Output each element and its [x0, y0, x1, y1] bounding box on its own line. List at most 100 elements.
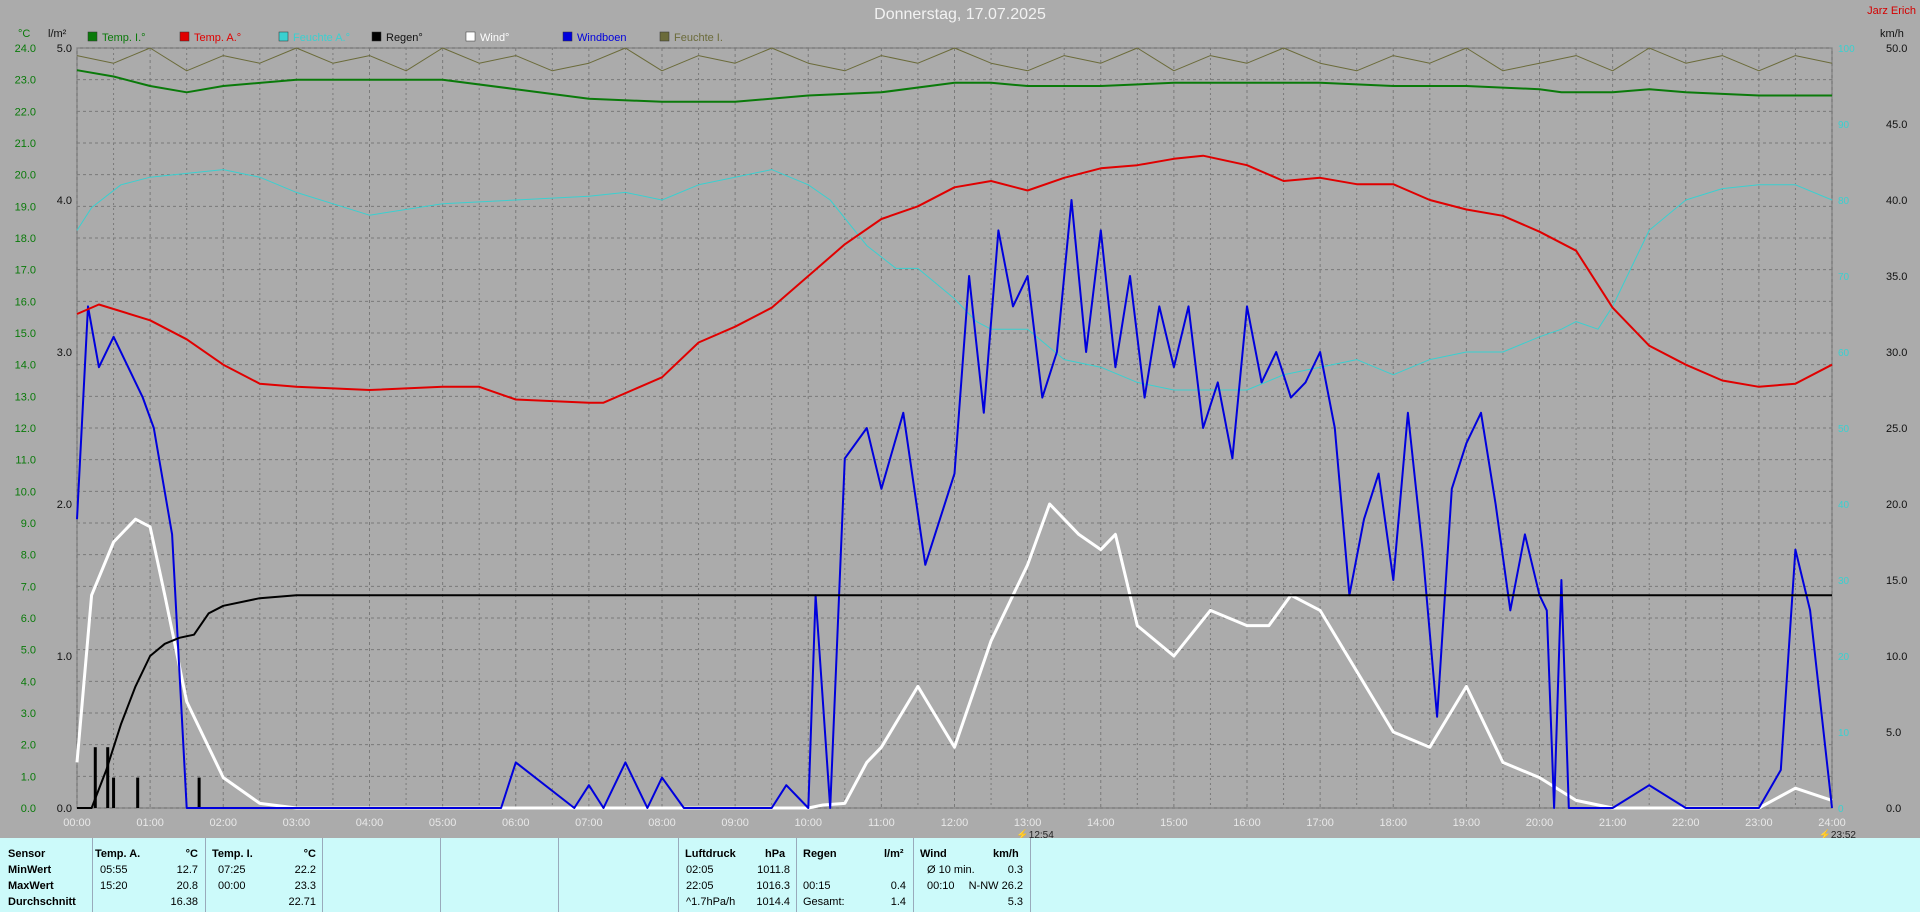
wind-tick-label: 0.0 [1886, 803, 1901, 815]
temp-tick-label: 11.0 [15, 455, 36, 467]
humidity-tick-label: 20 [1838, 652, 1850, 663]
table-cell-w-time: 00:10 [927, 880, 955, 892]
legend-swatch [278, 31, 289, 42]
header-wind-unit: km/h [993, 848, 1019, 860]
table-cell-ti-time: 07:25 [218, 864, 246, 876]
temp-tick-label: 15.0 [15, 328, 36, 340]
x-tick-label: 09:00 [721, 817, 749, 829]
temp-tick-label: 10.0 [15, 486, 36, 498]
rain-unit-label: l/m² [48, 28, 67, 40]
legend: Temp. I.° Temp. A.° Feuchte A.° Regen° Wind°… [87, 31, 723, 44]
temp-tick-label: 13.0 [15, 391, 36, 403]
table-cell-w-val: N-NW 26.2 [968, 880, 1023, 892]
table-cell-ti-val: 22.2 [294, 864, 316, 876]
x-tick-label: 18:00 [1379, 817, 1407, 829]
temp-tick-label: 7.0 [21, 581, 36, 593]
temp-tick-label: 21.0 [15, 138, 36, 150]
humidity-tick-label: 50 [1838, 424, 1850, 435]
legend-label: Windboen [577, 32, 627, 44]
temp-tick-label: 14.0 [15, 360, 36, 372]
x-tick-label: 11:00 [868, 817, 895, 829]
table-cell-r-val: 0.4 [890, 880, 906, 892]
temp-tick-label: 12.0 [15, 423, 36, 435]
x-tick-label: 00:00 [63, 817, 91, 829]
legend-swatch [465, 31, 476, 42]
table-cell-label: Durchschnitt [8, 896, 76, 908]
x-tick-label: 08:00 [648, 817, 676, 829]
x-tick-label: 22:00 [1672, 817, 1700, 829]
temp-tick-label: 6.0 [21, 613, 36, 625]
legend-label: Temp. I.° [102, 32, 146, 44]
table-cell-ta-val: 12.7 [176, 864, 198, 876]
temp-tick-label: 22.0 [15, 106, 36, 118]
marker-last-time: ⚡23:52 [1818, 828, 1856, 838]
wind-tick-label: 30.0 [1886, 347, 1907, 359]
wind-tick-label: 15.0 [1886, 575, 1907, 587]
table-cell-w-val: 0.3 [1007, 864, 1023, 876]
humidity-tick-label: 10 [1838, 728, 1850, 739]
table-cell-w-val: 5.3 [1007, 896, 1023, 908]
legend-swatch [371, 31, 382, 42]
temp-tick-label: 8.0 [21, 550, 36, 562]
wind-tick-label: 45.0 [1886, 119, 1907, 131]
temp-tick-label: 17.0 [15, 265, 36, 277]
wind-unit-label: km/h [1880, 28, 1904, 40]
temp-tick-label: 24.0 [15, 43, 36, 55]
table-cell-p-time: 22:05 [686, 880, 714, 892]
humidity-tick-label: 90 [1838, 120, 1850, 131]
table-cell-r-time: Gesamt: [803, 896, 845, 908]
table-cell-ti-time: 00:00 [218, 880, 246, 892]
temp-tick-label: 1.0 [21, 771, 36, 783]
rain-tick-label: 4.0 [57, 195, 72, 207]
temp-tick-label: 18.0 [15, 233, 36, 245]
x-tick-label: 03:00 [283, 817, 311, 829]
legend-swatch [87, 31, 98, 42]
temp-tick-label: 23.0 [15, 75, 36, 87]
table-cell-label: MinWert [8, 864, 52, 876]
wind-tick-label: 50.0 [1886, 43, 1907, 55]
table-cell-ta-val: 20.8 [176, 880, 198, 892]
humidity-tick-label: 40 [1838, 500, 1850, 511]
x-tick-label: 04:00 [356, 817, 384, 829]
x-tick-label: 13:00 [1014, 817, 1042, 829]
table-cell-ta-time: 15:20 [100, 880, 128, 892]
temp-tick-label: 3.0 [21, 708, 36, 720]
x-tick-label: 07:00 [575, 817, 603, 829]
temp-tick-label: 0.0 [21, 803, 36, 815]
x-tick-label: 05:00 [429, 817, 457, 829]
x-tick-label: 10:00 [794, 817, 822, 829]
wind-tick-label: 5.0 [1886, 727, 1901, 739]
legend-swatch [659, 31, 670, 42]
legend-label: Feuchte A.° [293, 32, 350, 44]
temp-tick-label: 19.0 [15, 201, 36, 213]
legend-label: Temp. A.° [194, 32, 241, 44]
header-regen: Regen [803, 848, 837, 860]
x-tick-label: 06:00 [502, 817, 530, 829]
legend-label: Wind° [480, 32, 509, 44]
table-cell-r-val: 1.4 [890, 896, 906, 908]
x-tick-label: 19:00 [1453, 817, 1481, 829]
header-wind: Wind [920, 848, 947, 860]
header-temp-i-unit: °C [303, 848, 316, 860]
legend-label: Feuchte I. [674, 32, 723, 44]
rain-tick-label: 5.0 [57, 43, 72, 55]
wind-tick-label: 10.0 [1886, 651, 1907, 663]
x-tick-label: 12:00 [941, 817, 969, 829]
rain-tick-label: 3.0 [57, 347, 72, 359]
legend-swatch [562, 31, 573, 42]
header-regen-unit: l/m² [884, 848, 904, 860]
rain-tick-label: 0.0 [57, 803, 72, 815]
wind-tick-label: 35.0 [1886, 271, 1907, 283]
wind-tick-label: 40.0 [1886, 195, 1907, 207]
temp-tick-label: 5.0 [21, 645, 36, 657]
legend-swatch [179, 31, 190, 42]
header-temp-a: Temp. A. [95, 848, 141, 860]
x-tick-label: 17:00 [1306, 817, 1334, 829]
header-luftdruck-unit: hPa [765, 848, 786, 860]
table-cell-ti-val: 23.3 [294, 880, 316, 892]
table-cell-p-time: 02:05 [686, 864, 714, 876]
time-markers: ⚡12:54 ⚡23:52 [1016, 828, 1856, 838]
table-cell-r-time: 00:15 [803, 880, 831, 892]
humidity-tick-label: 80 [1838, 196, 1850, 207]
temp-tick-label: 20.0 [15, 170, 36, 182]
